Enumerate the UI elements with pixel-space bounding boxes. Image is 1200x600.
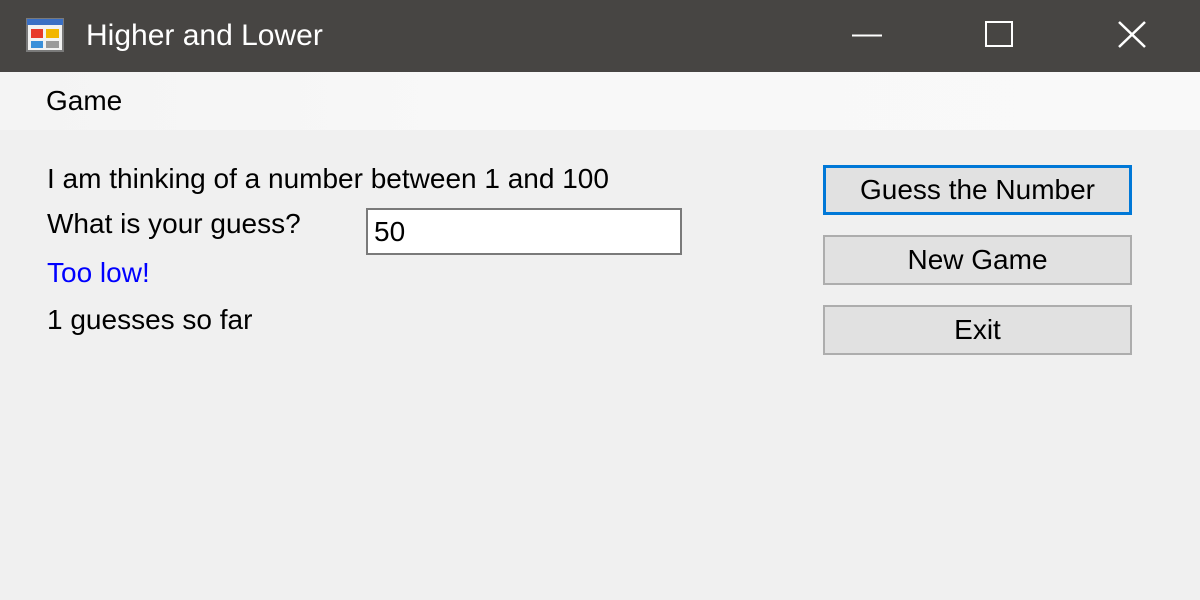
prompt-label: I am thinking of a number between 1 and …: [47, 163, 609, 194]
new-game-button[interactable]: New Game: [823, 235, 1132, 285]
app-window: Higher and Lower Game I am thinking of a…: [0, 0, 1200, 600]
maximize-icon: [985, 21, 1013, 47]
guess-input[interactable]: [366, 208, 682, 255]
exit-button[interactable]: Exit: [823, 305, 1132, 355]
close-button[interactable]: [1088, 0, 1178, 72]
window-title: Higher and Lower: [86, 19, 323, 52]
guess-count-label: 1 guesses so far: [47, 304, 253, 335]
title-bar[interactable]: Higher and Lower: [0, 0, 1200, 72]
minimize-icon: [852, 34, 882, 37]
close-icon: [1118, 21, 1146, 48]
guess-button[interactable]: Guess the Number: [823, 165, 1132, 215]
form-window-icon[interactable]: [26, 18, 64, 52]
result-label: Too low!: [47, 257, 150, 288]
menu-bar: Game: [0, 72, 1200, 130]
maximize-button[interactable]: [954, 0, 1044, 72]
minimize-button[interactable]: [822, 0, 912, 72]
menu-item-game[interactable]: Game: [36, 82, 132, 120]
guess-question-label: What is your guess?: [47, 208, 301, 239]
